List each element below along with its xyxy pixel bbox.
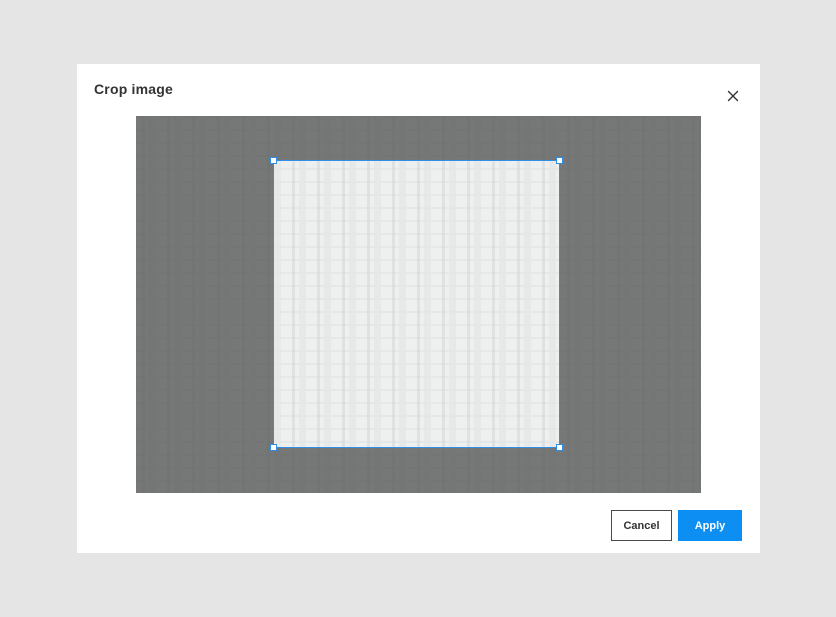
resize-handle-top-right[interactable] (556, 157, 563, 164)
close-icon (723, 86, 743, 106)
close-button[interactable] (723, 86, 743, 106)
crop-mask-left (136, 160, 273, 448)
apply-button[interactable]: Apply (678, 510, 742, 541)
crop-image-dialog: Crop image Cancel Apply (77, 64, 760, 553)
cancel-button[interactable]: Cancel (611, 510, 672, 541)
crop-mask-top (136, 116, 701, 160)
crop-mask-bottom (136, 448, 701, 493)
dialog-title: Crop image (94, 81, 174, 97)
resize-handle-bottom-right[interactable] (556, 444, 563, 451)
crop-mask-right (560, 160, 701, 448)
crop-selection[interactable] (270, 157, 563, 451)
resize-handle-bottom-left[interactable] (270, 444, 277, 451)
crop-canvas[interactable] (136, 116, 701, 493)
resize-handle-top-left[interactable] (270, 157, 277, 164)
